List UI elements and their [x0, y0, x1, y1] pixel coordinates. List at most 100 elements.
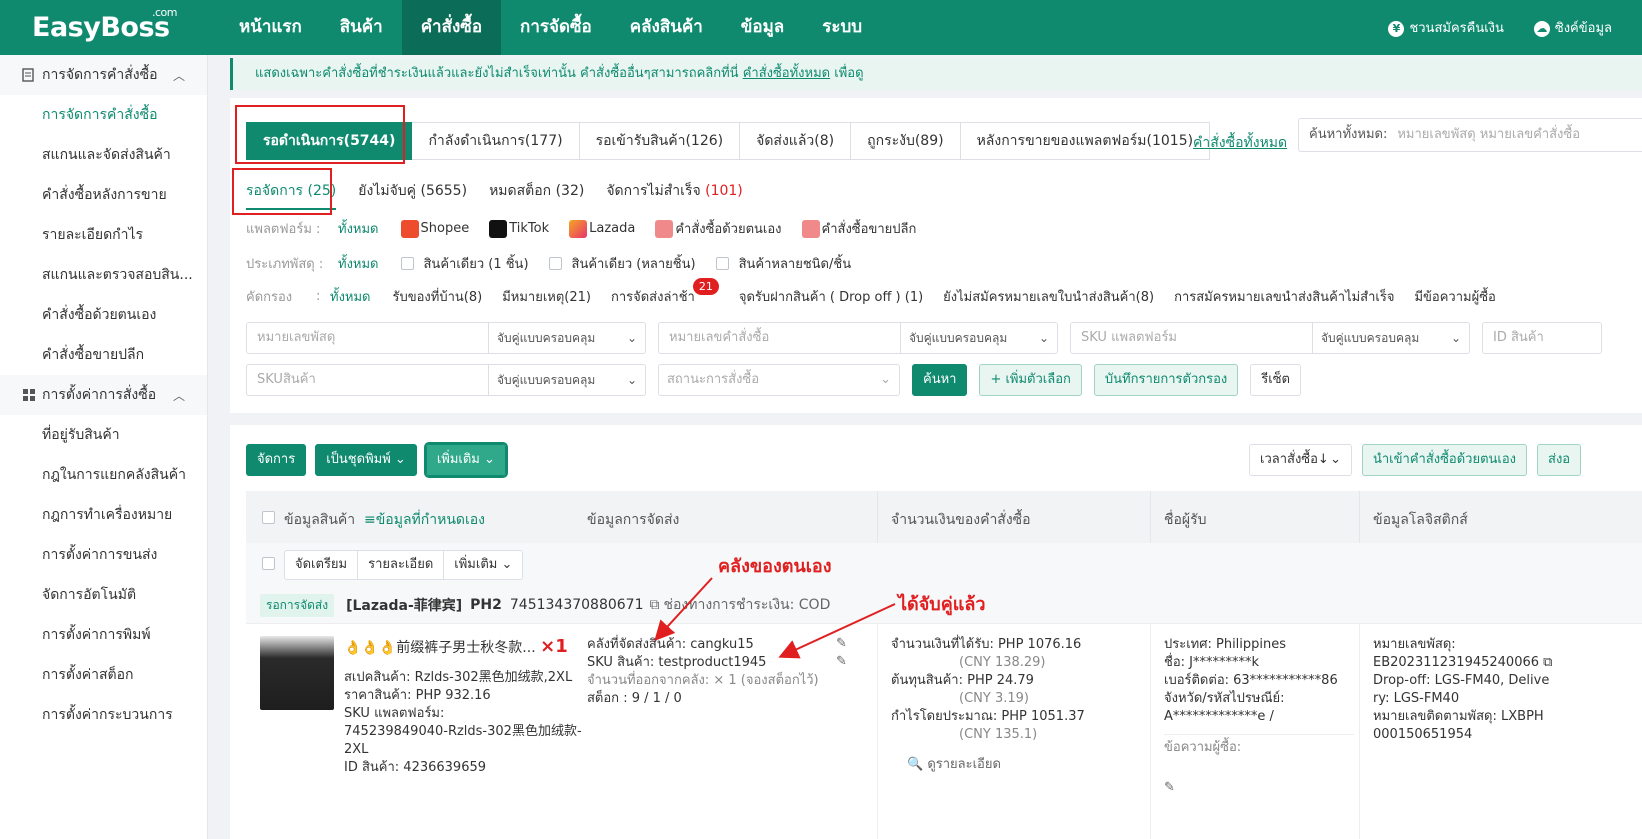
manage-button[interactable]: จัดการ: [246, 444, 307, 476]
details-button[interactable]: รายละเอียด: [358, 550, 445, 580]
save-filter-button[interactable]: บันทึกรายการตัวกรอง: [1093, 364, 1239, 396]
sidebar-item-order-management[interactable]: การจัดการคำสั่งซื้อ: [0, 95, 207, 135]
sidebar-item-stock-settings[interactable]: การตั้งค่าสต็อก: [0, 655, 207, 695]
match-mode-select[interactable]: จับคู่แบบครอบคลุม ⌄: [489, 322, 646, 354]
platform-shopee[interactable]: Shopee: [400, 219, 469, 238]
platform-lazada[interactable]: Lazada: [569, 219, 635, 238]
sidebar-item-pickup-address[interactable]: ที่อยู่รับสินค้า: [0, 415, 207, 455]
tracking-number: EB202311231945240066: [1373, 655, 1540, 670]
sidebar-item-automation[interactable]: จัดการอัตโนมัติ: [0, 575, 207, 615]
sidebar-group-order-settings[interactable]: การตั้งค่าการสั่งซื้อ ︿: [0, 375, 207, 415]
late-count-badge: 21: [692, 278, 719, 295]
edit-icon[interactable]: ✎: [1164, 779, 1354, 797]
subtab-failed[interactable]: จัดการไม่สำเร็จ (101): [606, 180, 742, 210]
match-mode-select[interactable]: จับคู่แบบครอบคลุม ⌄: [489, 364, 646, 396]
order-status-select[interactable]: สถานะการสั่งซื้อ ⌄: [658, 364, 900, 396]
platform-sku-input[interactable]: SKU แพลตฟอร์ม: [1070, 322, 1313, 354]
print-batch-button[interactable]: เป็นชุดพิมพ์ ⌄: [315, 444, 417, 476]
nav-system[interactable]: ระบบ: [803, 0, 881, 55]
sidebar-item-process-settings[interactable]: การตั้งค่ากระบวนการ: [0, 695, 207, 735]
nav-products[interactable]: สินค้า: [321, 0, 402, 55]
edit-icon[interactable]: ✎: [836, 636, 847, 651]
sidebar-item-shipping-settings[interactable]: การตั้งค่าการขนส่ง: [0, 535, 207, 575]
nav-home[interactable]: หน้าแรก: [220, 0, 321, 55]
sidebar-item-warehouse-rules[interactable]: กฎในการแยกคลังสินค้า: [0, 455, 207, 495]
match-mode-select[interactable]: จับคู่แบบครอบคลุม ⌄: [901, 322, 1058, 354]
match-mode-select[interactable]: จับคู่แบบครอบคลุม ⌄: [1313, 322, 1470, 354]
order-number-input[interactable]: หมายเลขคำสั่งซื้อ: [658, 322, 901, 354]
sidebar-item-scan-ship[interactable]: สแกนและจัดส่งสินค้า: [0, 135, 207, 175]
import-manual-order-button[interactable]: นำเข้าคำสั่งซื้อด้วยตนเอง: [1362, 444, 1528, 476]
screen-tracking-failed[interactable]: การสมัครหมายเลขนำส่งสินค้าไม่สำเร็จ: [1174, 286, 1394, 307]
screen-all-option[interactable]: ทั้งหมด: [330, 286, 371, 307]
tab-awaiting-pickup[interactable]: รอเข้ารับสินค้า(126): [579, 122, 741, 160]
custom-info-link[interactable]: ≡ข้อมูลที่กำหนดเอง: [364, 509, 485, 531]
subtab-out-of-stock[interactable]: หมดสต็อก (32): [489, 180, 584, 210]
nav-orders[interactable]: คำสั่งซื้อ: [401, 0, 502, 55]
referral-link[interactable]: ¥ ชวนสมัครคืนเงิน: [1388, 17, 1504, 38]
reset-button[interactable]: รีเซ็ต: [1250, 364, 1301, 396]
screen-has-note[interactable]: มีหมายเหตุ(21): [502, 286, 591, 307]
nav-warehouse[interactable]: คลังสินค้า: [611, 0, 722, 55]
screen-late-shipping[interactable]: การจัดส่งล่าช้า 21: [611, 278, 719, 307]
sidebar-item-profit-detail[interactable]: รายละเอียดกำไร: [0, 215, 207, 255]
sku-input[interactable]: SKUสินค้า: [246, 364, 489, 396]
checkbox[interactable]: [548, 257, 562, 270]
action-bar: จัดการ เป็นชุดพิมพ์ ⌄ เพิ่มเติม ⌄: [246, 442, 508, 478]
screen-home-pickup[interactable]: รับของที่บ้าน(8): [393, 286, 483, 307]
sidebar-item-after-sales[interactable]: คำสั่งซื้อหลังการขาย: [0, 175, 207, 215]
checkbox[interactable]: [400, 257, 414, 270]
sidebar-item-marking-rules[interactable]: กฎการทำเครื่องหมาย: [0, 495, 207, 535]
product-id-input[interactable]: ID สินค้า: [1482, 322, 1602, 354]
product-image[interactable]: [260, 636, 334, 710]
row-more-button[interactable]: เพิ่มเติม ⌄: [444, 550, 524, 580]
sidebar-item-retail-orders[interactable]: คำสั่งซื้อขายปลีก: [0, 335, 207, 375]
sidebar-group-order-management[interactable]: การจัดการคำสั่งซื้อ ︿: [0, 55, 207, 95]
order-list-panel: จัดการ เป็นชุดพิมพ์ ⌄ เพิ่มเติม ⌄ เวลาสั…: [230, 425, 1642, 839]
logo[interactable]: EasyBoss .com: [0, 6, 220, 43]
all-orders-tab-link[interactable]: คำสั่งซื้อทั้งหมด: [1193, 132, 1287, 154]
product-title[interactable]: 👌👌👌前缀裤子男士秋冬款...: [344, 640, 536, 656]
edit-icon[interactable]: ✎: [836, 654, 847, 669]
sync-data-link[interactable]: ☁ ซิงค์ข้อมูล: [1533, 17, 1612, 38]
platform-manual[interactable]: คำสั่งซื้อด้วยตนเอง: [655, 218, 782, 239]
platform-retail[interactable]: คำสั่งซื้อขายปลีก: [801, 218, 916, 239]
all-orders-link[interactable]: คำสั่งซื้อทั้งหมด: [743, 66, 830, 81]
order-row: 👌👌👌前缀裤子男士秋冬款... ×1 สเปคสินค้า: Rzlds-302…: [246, 623, 1642, 839]
select-all-checkbox[interactable]: [262, 511, 275, 524]
nav-purchasing[interactable]: การจัดซื้อ: [501, 0, 611, 55]
tab-shipped[interactable]: จัดส่งแล้ว(8): [740, 122, 852, 160]
parcel-type-filter-row: ประเภทพัสดุ : ทั้งหมด สินค้าเดียว (1 ชิ้…: [246, 253, 871, 274]
sort-select[interactable]: เวลาสั่งซื้อ↓ ⌄: [1249, 444, 1352, 476]
screen-drop-off[interactable]: จุดรับฝากสินค้า ( Drop off ) (1): [739, 286, 923, 307]
copy-icon[interactable]: ⧉: [1543, 655, 1552, 670]
search-button[interactable]: ค้นหา: [912, 364, 968, 396]
nav-data[interactable]: ข้อมูล: [722, 0, 803, 55]
parcel-single-one[interactable]: สินค้าเดียว (1 ชิ้น): [400, 253, 529, 274]
screen-buyer-message[interactable]: มีข้อความผู้ซื้อ: [1414, 286, 1495, 307]
sidebar-item-print-settings[interactable]: การตั้งค่าการพิมพ์: [0, 615, 207, 655]
tab-platform-after-sales[interactable]: หลังการขายของแพลตฟอร์ม(1015): [960, 122, 1211, 160]
screen-no-tracking[interactable]: ยังไม่สมัครหมายเลขใบนำส่งสินค้า(8): [943, 286, 1154, 307]
subtab-unmatched[interactable]: ยังไม่จับคู่ (5655): [358, 180, 467, 210]
sidebar-item-scan-check[interactable]: สแกนและตรวจสอบสิน...: [0, 255, 207, 295]
prepare-button[interactable]: จัดเตรียม: [284, 550, 359, 580]
parcel-all-option[interactable]: ทั้งหมด: [338, 253, 379, 274]
checkbox[interactable]: [715, 257, 729, 270]
more-actions-button[interactable]: เพิ่มเติม ⌄: [423, 442, 508, 478]
row-select-checkbox[interactable]: [262, 557, 275, 570]
tab-suspended[interactable]: ถูกระงับ(89): [851, 122, 961, 160]
platform-all-option[interactable]: ทั้งหมด: [338, 218, 379, 239]
platform-tiktok[interactable]: TikTok: [489, 219, 549, 238]
parcel-single-multi[interactable]: สินค้าเดียว (หลายชิ้น): [548, 253, 696, 274]
sidebar-item-manual-orders[interactable]: คำสั่งซื้อด้วยตนเอง: [0, 295, 207, 335]
copy-icon[interactable]: ⧉: [649, 597, 659, 613]
add-filter-button[interactable]: + เพิ่มตัวเลือก: [979, 364, 1082, 396]
parcel-number-input[interactable]: หมายเลขพัสดุ: [246, 322, 489, 354]
global-search-input[interactable]: ค้นหาทั้งหมด: หมายเลขพัสดุ หมายเลขคำสั่งซ…: [1298, 118, 1642, 152]
tab-processing[interactable]: กำลังดำเนินการ(177): [412, 122, 580, 160]
order-id: 745134370880671: [509, 597, 644, 613]
parcel-multi-type[interactable]: สินค้าหลายชนิด/ชิ้น: [715, 253, 851, 274]
view-details-link[interactable]: 🔍 ดูรายละเอียด: [891, 756, 1085, 774]
send-button[interactable]: ส่งอ: [1537, 444, 1582, 476]
